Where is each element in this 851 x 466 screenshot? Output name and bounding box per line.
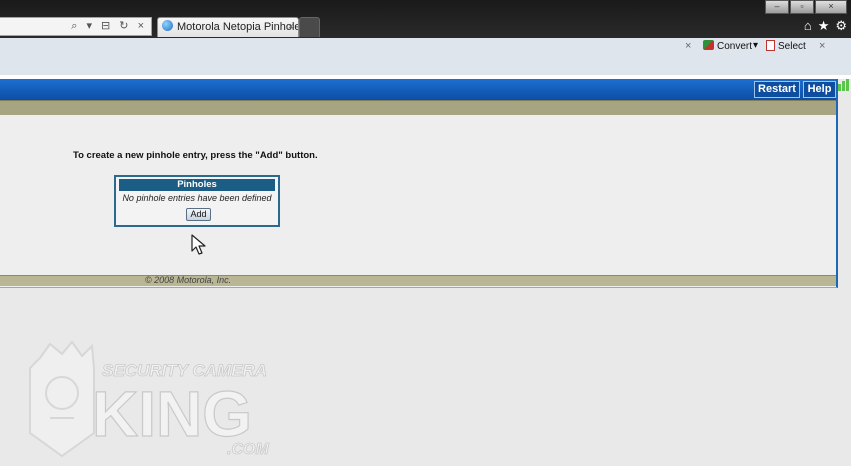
- toolbar-close-icon-2[interactable]: ×: [819, 40, 825, 52]
- address-bar-tools[interactable]: ⌕ ▾ ⊟ ↻ ×: [71, 19, 147, 33]
- tools-gear-icon[interactable]: ⚙: [835, 18, 847, 34]
- select-label: Select: [778, 41, 806, 52]
- favorites-star-icon[interactable]: ★: [818, 18, 830, 34]
- address-bar[interactable]: ⌕ ▾ ⊟ ↻ ×: [0, 17, 152, 36]
- router-page: Restart Help To create a new pinhole ent…: [0, 79, 838, 288]
- tab-title: Motorola Netopia Pinholes ...: [177, 21, 298, 33]
- convert-dropdown-icon[interactable]: ▾: [753, 40, 758, 51]
- browser-titlebar: ⌕ ▾ ⊟ ↻ × Motorola Netopia Pinholes ... …: [0, 0, 851, 38]
- help-button[interactable]: Help: [803, 81, 836, 98]
- window-controls: – ▫ ×: [765, 0, 847, 14]
- toolbar-close-icon[interactable]: ×: [685, 40, 691, 52]
- tab-close-icon[interactable]: ×: [288, 18, 294, 37]
- pdf-convert-icon: [703, 40, 714, 50]
- minimize-button[interactable]: –: [765, 0, 789, 14]
- restore-button[interactable]: ▫: [790, 0, 814, 14]
- restart-button[interactable]: Restart: [754, 81, 800, 98]
- router-footer-bar: © 2008 Motorola, Inc.: [0, 275, 836, 286]
- copyright-text: © 2008 Motorola, Inc.: [145, 275, 232, 285]
- convert-button[interactable]: Convert: [703, 40, 752, 52]
- pinholes-panel: Pinholes No pinhole entries have been de…: [114, 175, 280, 227]
- pinhole-instruction-text: To create a new pinhole entry, press the…: [73, 150, 318, 161]
- router-subheader-bar: [0, 100, 836, 115]
- pinholes-empty-message: No pinhole entries have been defined: [122, 193, 272, 203]
- new-tab-button[interactable]: [299, 17, 320, 37]
- command-toolbar: × Convert ▾ Select ×: [0, 38, 851, 91]
- watermark-line3: .COM: [227, 441, 269, 458]
- add-pinhole-button[interactable]: Add: [186, 208, 211, 221]
- tab-pinholes[interactable]: Motorola Netopia Pinholes ... ×: [157, 17, 299, 37]
- close-window-button[interactable]: ×: [815, 0, 847, 14]
- home-icon[interactable]: ⌂: [804, 18, 812, 34]
- watermark-line2: KING: [92, 378, 252, 450]
- select-button[interactable]: Select: [766, 40, 806, 52]
- security-camera-king-watermark: SECURITY CAMERA KING .COM: [29, 340, 270, 458]
- router-header-bar: Restart Help: [0, 79, 836, 100]
- mouse-pointer-icon: [191, 234, 206, 255]
- pinholes-title: Pinholes: [119, 179, 275, 191]
- select-icon: [766, 40, 775, 51]
- ie-page-icon: [162, 20, 173, 31]
- browser-nav-icons: ⌂ ★ ⚙: [804, 18, 847, 34]
- convert-label: Convert: [717, 41, 753, 52]
